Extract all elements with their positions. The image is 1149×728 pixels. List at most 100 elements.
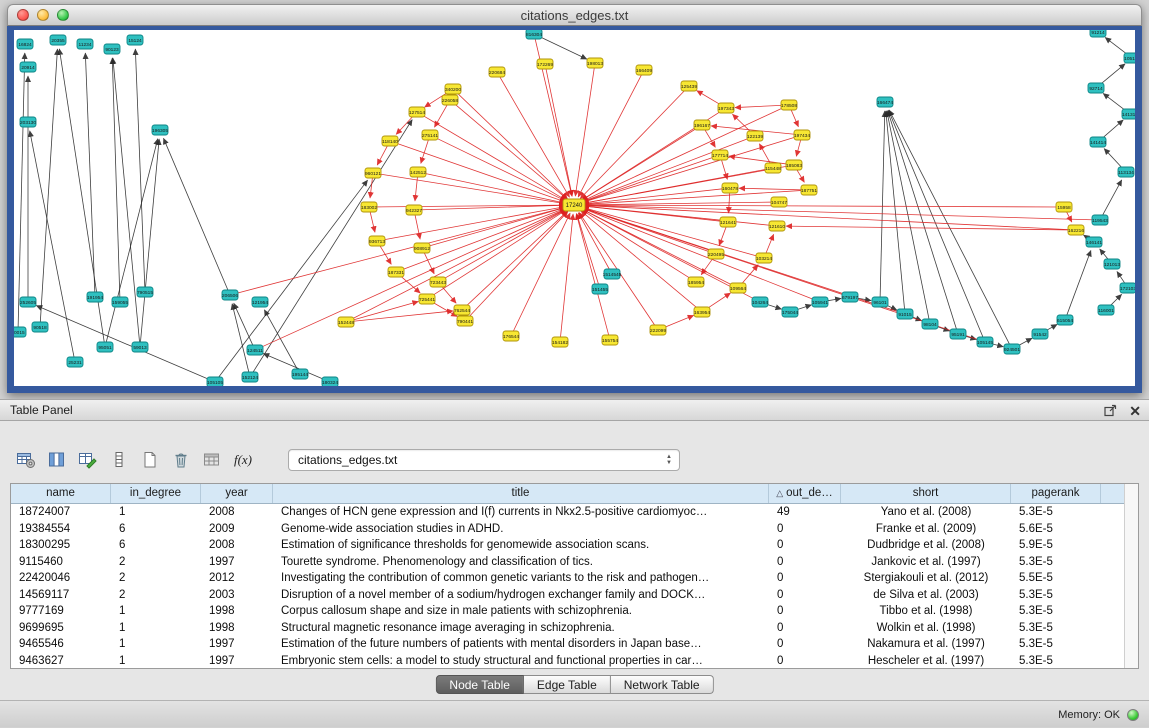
graph-node[interactable]: 960121 <box>365 168 381 178</box>
graph-edge[interactable] <box>880 111 885 297</box>
graph-edge[interactable] <box>260 209 566 348</box>
import-table-button[interactable] <box>200 449 224 471</box>
graph-node[interactable]: 96101 <box>872 297 888 307</box>
graph-node[interactable]: 159055 <box>112 297 128 307</box>
tab-edge-table[interactable]: Edge Table <box>524 675 611 694</box>
graph-node[interactable]: 679197 <box>842 292 858 302</box>
table-cell[interactable]: 2009 <box>201 521 273 538</box>
graph-node[interactable]: 180324 <box>322 377 338 386</box>
graph-node[interactable]: 790515 <box>137 287 153 297</box>
graph-edge[interactable] <box>786 226 1071 230</box>
table-row[interactable]: 946362711997Embryonic stem cells: a mode… <box>11 653 1124 669</box>
table-cell[interactable]: 5.3E-5 <box>1011 620 1101 637</box>
graph-node[interactable]: 166409 <box>636 65 652 75</box>
graph-edge[interactable] <box>583 205 1071 229</box>
graph-edge[interactable] <box>735 105 784 107</box>
graph-edge[interactable] <box>888 111 957 330</box>
graph-node[interactable]: 91015 <box>897 309 913 319</box>
table-cell[interactable]: 0 <box>769 537 841 554</box>
table-cell[interactable]: 2003 <box>201 587 273 604</box>
graph-node[interactable]: 59013 <box>132 342 148 352</box>
graph-edge[interactable] <box>378 174 565 204</box>
tab-network-table[interactable]: Network Table <box>611 675 714 694</box>
graph-node[interactable]: 198013 <box>587 58 603 68</box>
table-cell[interactable]: Investigating the contribution of common… <box>273 570 769 587</box>
graph-node[interactable]: 172103 <box>1120 283 1135 293</box>
table-row[interactable]: 977716911998Corpus callosum shape and si… <box>11 603 1124 620</box>
graph-edge[interactable] <box>380 245 392 264</box>
graph-edge[interactable] <box>1104 149 1122 169</box>
graph-node[interactable]: 121610 <box>769 221 785 231</box>
graph-node[interactable]: 124511 <box>247 345 263 355</box>
table-cell[interactable]: 0 <box>769 521 841 538</box>
graph-node[interactable]: 141414 <box>1090 137 1106 147</box>
table-cell[interactable]: Genome-wide association studies in ADHD. <box>273 521 769 538</box>
graph-node[interactable]: 197434 <box>794 130 810 140</box>
graph-node[interactable]: 275141 <box>422 130 438 140</box>
graph-node[interactable]: 91214 <box>1090 30 1106 37</box>
graph-node[interactable]: 615054 <box>1057 315 1073 325</box>
graph-edge[interactable] <box>454 103 567 199</box>
edit-table-button[interactable] <box>76 449 100 471</box>
graph-edge[interactable] <box>1102 120 1123 139</box>
graph-node[interactable]: 142512 <box>410 167 426 177</box>
graph-node[interactable]: 105118 <box>1124 53 1135 63</box>
graph-node[interactable]: 942327 <box>406 205 422 215</box>
zoom-window-button[interactable] <box>57 9 69 21</box>
graph-edge[interactable] <box>468 212 567 318</box>
close-panel-icon[interactable]: ✕ <box>1129 403 1141 419</box>
graph-edge[interactable] <box>583 205 1059 207</box>
function-builder-button[interactable]: f(x) <box>231 449 255 471</box>
table-cell[interactable]: 5.9E-5 <box>1011 537 1101 554</box>
graph-edge[interactable] <box>415 215 420 239</box>
graph-node[interactable]: 95051 <box>97 342 113 352</box>
row-height-button[interactable] <box>107 449 131 471</box>
table-cell[interactable]: Hescheler et al. (1997) <box>841 653 1011 669</box>
table-cell[interactable]: Wolkin et al. (1998) <box>841 620 1011 637</box>
graph-node[interactable]: 104264 <box>752 297 768 307</box>
graph-node[interactable]: 116001 <box>1098 305 1114 315</box>
table-row[interactable]: 969969511998Structural magnetic resonanc… <box>11 620 1124 637</box>
graph-node[interactable]: 220495 <box>708 249 724 259</box>
graph-node[interactable]: 16824 <box>17 39 33 49</box>
table-cell[interactable]: 18724007 <box>11 504 111 521</box>
table-cell[interactable]: Nakamura et al. (1997) <box>841 636 1011 653</box>
table-cell[interactable]: 2 <box>111 587 201 604</box>
graph-node[interactable]: 924501 <box>1004 344 1020 354</box>
table-cell[interactable]: 9465546 <box>11 636 111 653</box>
table-cell[interactable]: 6 <box>111 521 201 538</box>
graph-node[interactable]: 908912 <box>414 243 430 253</box>
table-cell[interactable]: 1997 <box>201 554 273 571</box>
table-cell[interactable]: Tibbo et al. (1998) <box>841 603 1011 620</box>
graph-node[interactable]: 185083 <box>786 160 802 170</box>
graph-edge[interactable] <box>583 205 1095 220</box>
table-cell[interactable]: Changes of HCN gene expression and I(f) … <box>273 504 769 521</box>
graph-edge[interactable] <box>575 68 594 196</box>
graph-node[interactable]: 121641 <box>720 217 736 227</box>
table-cell[interactable]: 1998 <box>201 603 273 620</box>
table-cell[interactable]: 14569117 <box>11 587 111 604</box>
graph-node[interactable]: 176544 <box>503 331 519 341</box>
graph-edge[interactable] <box>415 177 418 201</box>
table-cell[interactable]: 1 <box>111 603 201 620</box>
graph-edge[interactable] <box>350 209 566 320</box>
graph-node[interactable]: 91542 <box>1032 329 1048 339</box>
table-cell[interactable]: Disruption of a novel member of a sodium… <box>273 587 769 604</box>
table-cell[interactable]: Embryonic stem cells: a model to study s… <box>273 653 769 669</box>
graph-edge[interactable] <box>421 140 429 164</box>
table-cell[interactable]: 1998 <box>201 620 273 637</box>
column-header-short[interactable]: short <box>841 484 1011 503</box>
table-cell[interactable]: Yano et al. (2008) <box>841 504 1011 521</box>
graph-edge[interactable] <box>401 208 566 270</box>
table-cell[interactable]: 9777169 <box>11 603 111 620</box>
graph-edge[interactable] <box>232 304 249 372</box>
graph-node[interactable]: 183002 <box>361 202 377 212</box>
table-row[interactable]: 1938455462009Genome-wide association stu… <box>11 521 1124 538</box>
graph-node[interactable]: 178508 <box>781 100 797 110</box>
graph-edge[interactable] <box>697 91 722 106</box>
graph-edge[interactable] <box>663 315 694 328</box>
table-cell[interactable]: Franke et al. (2009) <box>841 521 1011 538</box>
graph-edge[interactable] <box>85 53 94 292</box>
graph-node[interactable]: 25231 <box>67 357 83 367</box>
graph-edge[interactable] <box>500 76 570 197</box>
